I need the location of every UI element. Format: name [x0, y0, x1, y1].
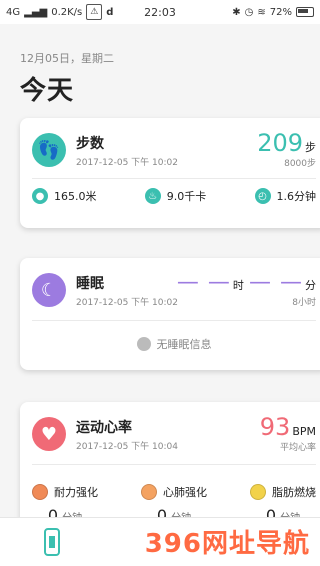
watermark: 396网址导航	[144, 529, 310, 559]
steps-unit: 步	[305, 141, 316, 154]
heart-time: 2017-12-05 下午 10:04	[76, 441, 178, 452]
zone-dot-icon	[32, 484, 48, 500]
distance-label: 165.0米	[54, 190, 97, 203]
no-sleep-text: 无睡眠信息	[156, 338, 212, 351]
steps-time: 2017-12-05 下午 10:02	[76, 157, 178, 168]
flame-icon: ♨	[144, 188, 161, 204]
page-header: 12月05日，星期二 今天	[20, 50, 114, 107]
device-icon[interactable]	[44, 528, 60, 556]
zone-dot-icon	[250, 484, 266, 500]
duration-metric: ◴ 1.6分钟	[254, 188, 317, 204]
clock-icon: ◴	[254, 188, 271, 204]
network-speed: 0.2K/s	[51, 6, 83, 18]
steps-goal: 8000步	[284, 159, 316, 169]
calories-label: 9.0千卡	[166, 190, 207, 203]
distance-metric: ● 165.0米	[32, 188, 97, 204]
divider	[32, 320, 316, 321]
heart-sub: 平均心率	[279, 443, 316, 453]
alert-icon: ⚠	[86, 4, 103, 20]
sleep-mins-unit: 分	[305, 279, 316, 292]
signal-icon: ▂▄▆	[24, 6, 48, 18]
heart-unit: BPM	[292, 425, 316, 438]
footprints-icon: 👣	[32, 133, 66, 167]
zone-label: 心肺强化	[163, 486, 207, 499]
steps-value-block: 209 步 8000步	[257, 130, 316, 169]
date-label: 12月05日，星期二	[20, 52, 114, 65]
calories-metric: ♨ 9.0千卡	[144, 188, 207, 204]
steps-title: 步数	[76, 135, 104, 152]
zone-label: 脂肪燃烧	[272, 486, 316, 499]
sleep-card[interactable]: ☾ 睡眠 2017-12-05 下午 10:02 — — 时 — — 分 8小时 无…	[20, 258, 320, 370]
alarm-icon: ◷	[244, 6, 254, 18]
location-icon: ●	[32, 188, 48, 204]
heart-title: 运动心率	[76, 419, 132, 436]
battery-icon	[296, 7, 314, 17]
sad-face-icon	[136, 337, 151, 351]
no-sleep-message: 无睡眠信息	[20, 336, 320, 352]
sleep-goal: 8小时	[292, 298, 316, 308]
sleep-value-block: — — 时 — — 分 8小时	[177, 270, 316, 308]
d-app-icon: d	[106, 6, 114, 18]
divider	[32, 178, 316, 179]
heart-value-block: 93 BPM 平均心率	[260, 414, 316, 453]
divider	[32, 464, 316, 465]
sleep-title: 睡眠	[76, 275, 104, 292]
battery-percent: 72%	[269, 6, 292, 18]
zone-label: 耐力强化	[54, 486, 98, 499]
sleep-mins-dashes: — —	[249, 270, 303, 295]
moon-icon: ☾	[32, 273, 66, 307]
network-type: 4G	[6, 6, 21, 18]
sleep-time: 2017-12-05 下午 10:02	[76, 297, 178, 308]
steps-card[interactable]: 👣 步数 2017-12-05 下午 10:02 209 步 8000步 ● 16…	[20, 118, 320, 228]
steps-value: 209	[257, 129, 303, 157]
heart-pulse-icon: ♥	[32, 417, 66, 451]
heart-value: 93	[259, 413, 291, 441]
duration-label: 1.6分钟	[276, 190, 317, 203]
page-title: 今天	[20, 76, 75, 106]
steps-metrics: ● 165.0米 ♨ 9.0千卡 ◴ 1.6分钟	[32, 188, 316, 204]
clock: 22:03	[144, 5, 176, 19]
sleep-hours-unit: 时	[232, 279, 244, 292]
heart-rate-card[interactable]: ♥ 运动心率 2017-12-05 下午 10:04 93 BPM 平均心率 耐力…	[20, 402, 320, 532]
status-bar: 4G ▂▄▆ 0.2K/s ⚠ d 22:03 ✱ ◷ ≋ 72%	[0, 0, 320, 24]
zone-dot-icon	[141, 484, 157, 500]
sleep-hours-dashes: — —	[176, 270, 231, 295]
bluetooth-icon: ✱	[232, 6, 241, 18]
bottom-nav: 396网址导航	[0, 517, 320, 566]
wifi-icon: ≋	[257, 6, 266, 18]
